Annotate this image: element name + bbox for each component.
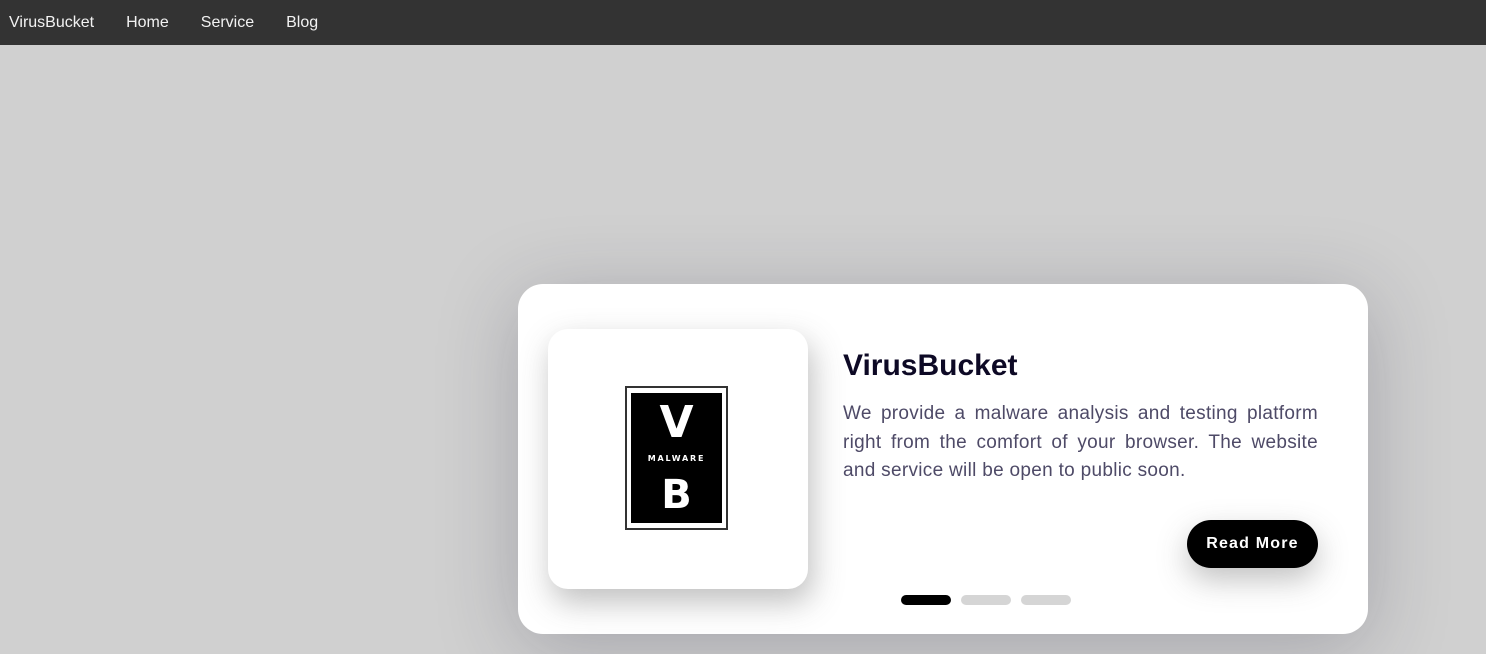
logo-letter-v: V xyxy=(659,397,694,448)
pagination-dot-2[interactable] xyxy=(961,595,1011,605)
slider-pagination xyxy=(901,595,1071,605)
pagination-dot-3[interactable] xyxy=(1021,595,1071,605)
slider-card: V MALWARE B VirusBucket We provide a mal… xyxy=(518,284,1368,634)
malware-logo: V MALWARE B xyxy=(625,386,728,530)
logo-letter-b: B xyxy=(661,472,692,518)
slide-image-box: V MALWARE B xyxy=(548,329,808,589)
malware-logo-panel: V MALWARE B xyxy=(631,393,722,523)
nav-brand-link[interactable]: VirusBucket xyxy=(0,0,110,45)
nav-link-home[interactable]: Home xyxy=(110,0,185,45)
nav-link-service[interactable]: Service xyxy=(185,0,270,45)
logo-word: MALWARE xyxy=(647,454,706,463)
pagination-dot-1[interactable] xyxy=(901,595,951,605)
top-navbar: VirusBucket Home Service Blog xyxy=(0,0,1486,45)
slide-title: VirusBucket xyxy=(843,349,1018,382)
read-more-button[interactable]: Read More xyxy=(1187,520,1318,568)
slide-content: VirusBucket We provide a malware analysi… xyxy=(843,346,1318,486)
nav-link-blog[interactable]: Blog xyxy=(270,0,334,45)
slide-description: We provide a malware analysis and testin… xyxy=(843,403,1318,481)
